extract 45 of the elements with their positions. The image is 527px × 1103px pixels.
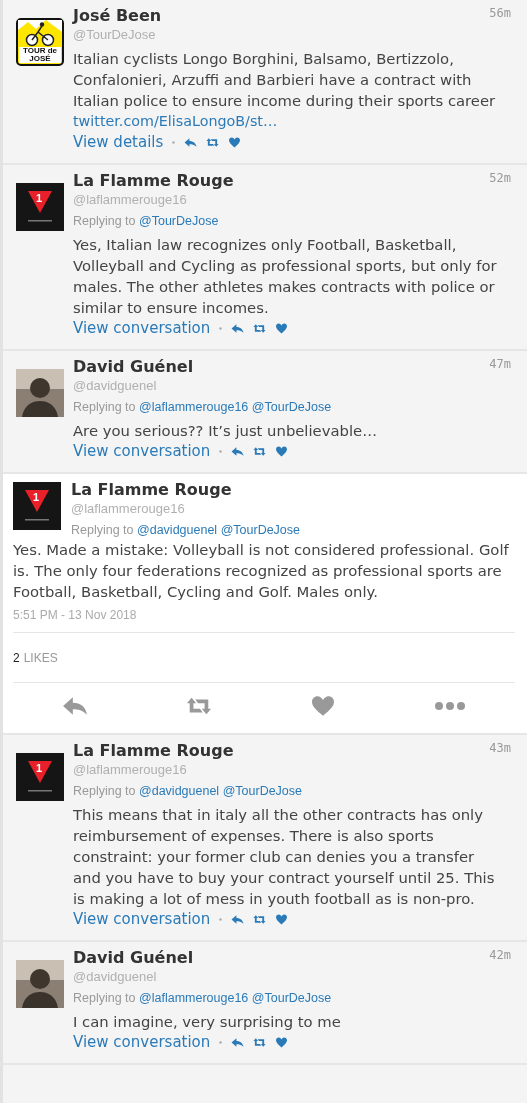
author-handle[interactable]: @laflammerouge16: [71, 501, 515, 516]
tweet-timestamp: 5:51 PM - 13 Nov 2018: [13, 608, 138, 622]
view-link[interactable]: View conversation: [73, 319, 211, 337]
tweet-text: This means that in italy all the other contracts has only reimbursement of expenses. There is also sports constraint: your former club can denies you a transfer and you have to buy your contract yourself until 25. This is making a lot of mess in youth football as is non-pro.: [73, 805, 496, 909]
tweet-time: 47m: [489, 357, 511, 371]
tweet-text: Yes, Italian law recognizes only Football, Basketball, Volleyball and Cycling as professional sports, but only for males. The other athletes makes contracts with police or similar to ensure incomes.: [73, 235, 498, 318]
author-name[interactable]: La Flamme Rouge: [73, 171, 234, 190]
logo-text: TOUR de JOSÉ: [19, 47, 61, 63]
replying-to: Replying to @davidguenel @TourDeJose: [73, 784, 303, 798]
view-link[interactable]: View conversation: [73, 1033, 211, 1051]
likes-label[interactable]: LIKES: [23, 651, 58, 665]
mention-link[interactable]: @TourDeJose: [220, 523, 300, 537]
author-name[interactable]: La Flamme Rouge: [71, 480, 232, 499]
replying-to: Replying to @laflammerouge16 @TourDeJose: [73, 400, 333, 414]
author-name[interactable]: David Guénel: [73, 948, 194, 967]
mention-link[interactable]: @TourDeJose: [222, 784, 302, 798]
mention-link[interactable]: @TourDeJose: [251, 991, 332, 1005]
tweet-time: 56m: [489, 6, 511, 20]
tweet-text: Yes. Made a mistake: Volleyball is not considered professional. Golf is. The only four federations recognized as professional sports are Football, Basketball, Cycling and Golf. Males only.: [13, 540, 510, 602]
logo-text: 1: [36, 192, 43, 204]
tweet-text: I can imagine, very surprising to me: [73, 1012, 342, 1032]
view-link[interactable]: View conversation: [73, 910, 211, 928]
tweet-link[interactable]: twitter.com/ElisaLongoB/st…: [73, 111, 278, 132]
view-link[interactable]: View conversation: [73, 442, 211, 460]
mention-link[interactable]: @laflammerouge16: [139, 991, 249, 1005]
tweet-time: 52m: [489, 171, 511, 185]
logo-text: 1: [33, 491, 40, 503]
author-name[interactable]: David Guénel: [73, 357, 194, 376]
mention-link[interactable]: @davidguenel: [137, 523, 218, 537]
view-link[interactable]: View details: [73, 133, 164, 151]
replying-to: Replying to @laflammerouge16 @TourDeJose: [73, 991, 333, 1005]
tweet-time: 42m: [489, 948, 511, 962]
likes-count[interactable]: 2: [13, 651, 20, 665]
mention-link[interactable]: @TourDeJose: [251, 400, 332, 414]
mention-link[interactable]: @TourDeJose: [139, 214, 219, 228]
replying-to: Replying to @TourDeJose: [73, 214, 220, 228]
tweet-time: 43m: [489, 741, 511, 755]
tweet-text: Italian cyclists Longo Borghini, Balsamo, Bertizzolo, Confalonieri, Arzuffi and Barbieri have a contract with Italian police to ensure income during their sports career: [73, 49, 497, 111]
mention-link[interactable]: @davidguenel: [139, 784, 220, 798]
replying-to: Replying to @davidguenel @TourDeJose: [71, 523, 301, 537]
author-name[interactable]: José Been: [73, 6, 162, 25]
mention-link[interactable]: @laflammerouge16: [139, 400, 249, 414]
author-name[interactable]: La Flamme Rouge: [73, 741, 234, 760]
tweet-text: Are you serious?? It’s just unbelievable…: [73, 421, 378, 441]
logo-text: 1: [36, 762, 43, 774]
